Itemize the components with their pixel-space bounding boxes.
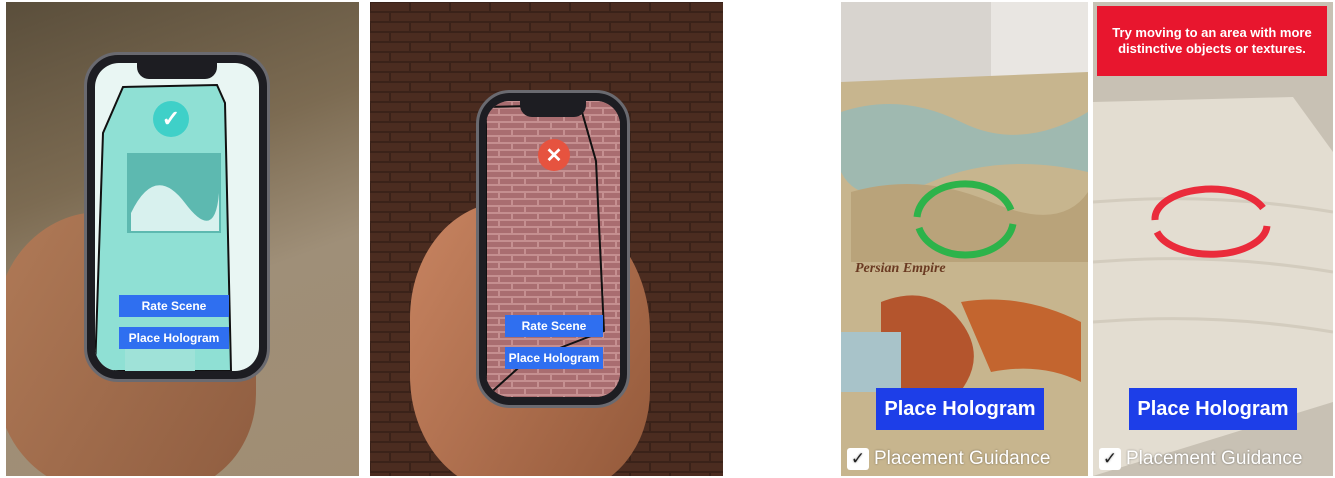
phone-notch — [520, 101, 586, 117]
ar-view-table: Try moving to an area with more distinct… — [1093, 2, 1333, 476]
checkbox-checked-icon[interactable]: ✓ — [847, 448, 869, 470]
rate-scene-button[interactable]: Rate Scene — [505, 315, 603, 337]
checkmark-icon: ✓ — [153, 101, 189, 137]
place-hologram-button[interactable]: Place Hologram — [876, 388, 1044, 430]
phone: ✕ Rate Scene Place Hologram — [476, 90, 630, 408]
phone-screen: ✕ Rate Scene Place Hologram — [486, 101, 620, 397]
ar-view-map: Persian Empire Place Hologram ✓ Placemen… — [841, 2, 1088, 476]
phone: ✓ Rate Scene Place Hologram — [84, 52, 270, 382]
photo-panel-failure: ✕ Rate Scene Place Hologram — [370, 2, 723, 476]
placement-guidance-label: Placement Guidance — [874, 448, 1051, 469]
placement-guidance-toggle[interactable]: ✓ Placement Guidance — [847, 448, 1050, 470]
close-icon: ✕ — [538, 139, 570, 171]
place-hologram-button[interactable]: Place Hologram — [1129, 388, 1297, 430]
place-hologram-button[interactable]: Place Hologram — [505, 347, 603, 369]
rate-scene-button[interactable]: Rate Scene — [119, 295, 229, 317]
placement-reticle — [913, 180, 1017, 259]
checkbox-checked-icon[interactable]: ✓ — [1099, 448, 1121, 470]
phone-screen: ✓ Rate Scene Place Hologram — [95, 63, 259, 371]
placement-guidance-toggle[interactable]: ✓ Placement Guidance — [1099, 448, 1302, 470]
placement-reticle — [1151, 185, 1271, 258]
tracking-alert-banner: Try moving to an area with more distinct… — [1097, 6, 1327, 76]
photo-panel-success: ✓ Rate Scene Place Hologram — [6, 2, 359, 476]
svg-text:Persian Empire: Persian Empire — [855, 261, 946, 276]
placement-guidance-label: Placement Guidance — [1126, 448, 1303, 469]
place-hologram-button[interactable]: Place Hologram — [119, 327, 229, 349]
